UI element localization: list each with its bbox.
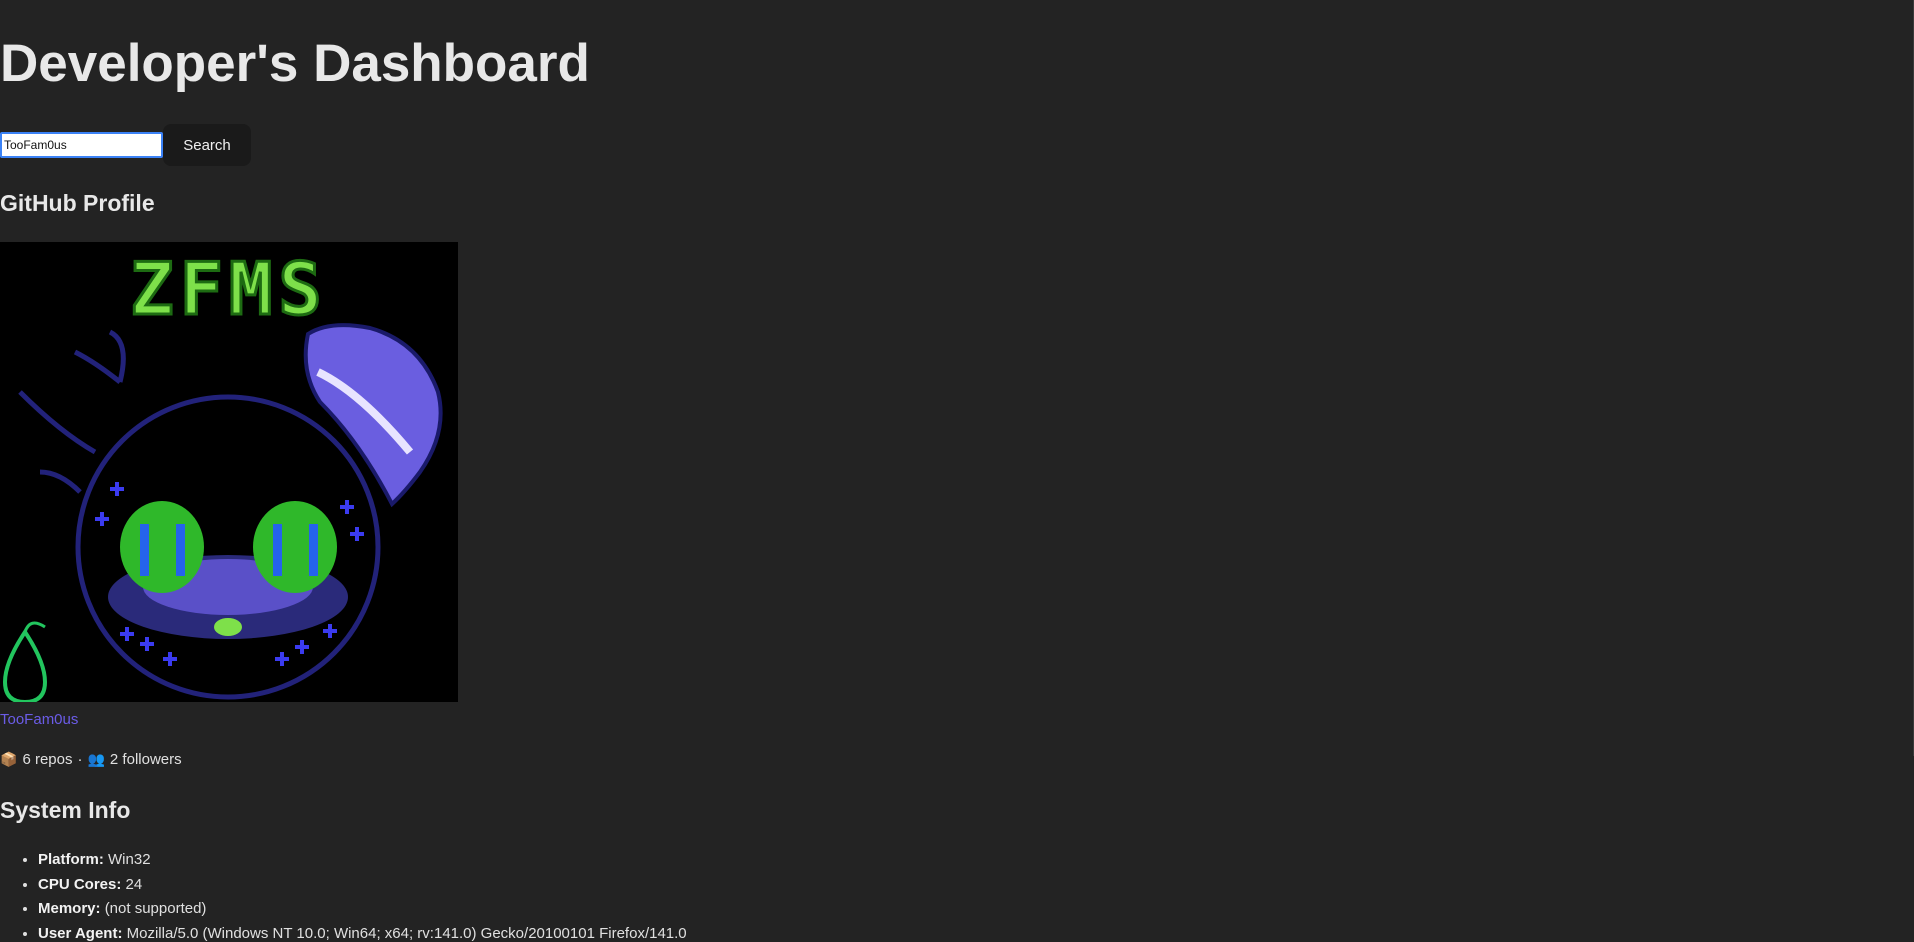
github-stats: 📦 6 repos · 👥 2 followers (0, 751, 182, 768)
platform-value: Win32 (108, 851, 151, 868)
list-item: User Agent: Mozilla/5.0 (Windows NT 10.0… (38, 922, 687, 942)
dashboard-page: Developer's Dashboard Search GitHub Prof… (0, 0, 1914, 942)
user-agent-label: User Agent: (38, 924, 123, 942)
memory-label: Memory: (38, 900, 101, 917)
cpu-cores-label: CPU Cores: (38, 875, 122, 893)
cpu-cores-value: 24 (125, 875, 143, 893)
list-item: Memory: (not supported) (38, 897, 687, 922)
system-info-list: Platform: Win32 CPU Cores: 24 Memory: (n… (20, 848, 687, 942)
search-button[interactable]: Search (163, 124, 251, 166)
memory-value: (not supported) (104, 900, 207, 917)
repos-count: 6 repos (22, 751, 73, 768)
avatar: ZFMS (0, 242, 458, 702)
user-agent-value: Mozilla/5.0 (Windows NT 10.0; Win64; x64… (126, 924, 687, 942)
search-input[interactable] (0, 132, 163, 158)
github-profile-heading: GitHub Profile (0, 190, 155, 216)
platform-label: Platform: (38, 851, 104, 868)
system-info-heading: System Info (0, 797, 131, 823)
package-icon: 📦 (0, 751, 18, 767)
avatar-logo-text: ZFMS (130, 247, 327, 331)
list-item: Platform: Win32 (38, 848, 687, 873)
list-item: CPU Cores: 24 (38, 873, 687, 898)
followers-icon: 👥 (87, 751, 105, 767)
page-title: Developer's Dashboard (0, 34, 590, 93)
followers-count: 2 followers (109, 751, 182, 768)
search-bar: Search (0, 124, 251, 166)
github-username-link[interactable]: TooFam0us (0, 711, 78, 728)
stats-separator: · (77, 751, 83, 768)
